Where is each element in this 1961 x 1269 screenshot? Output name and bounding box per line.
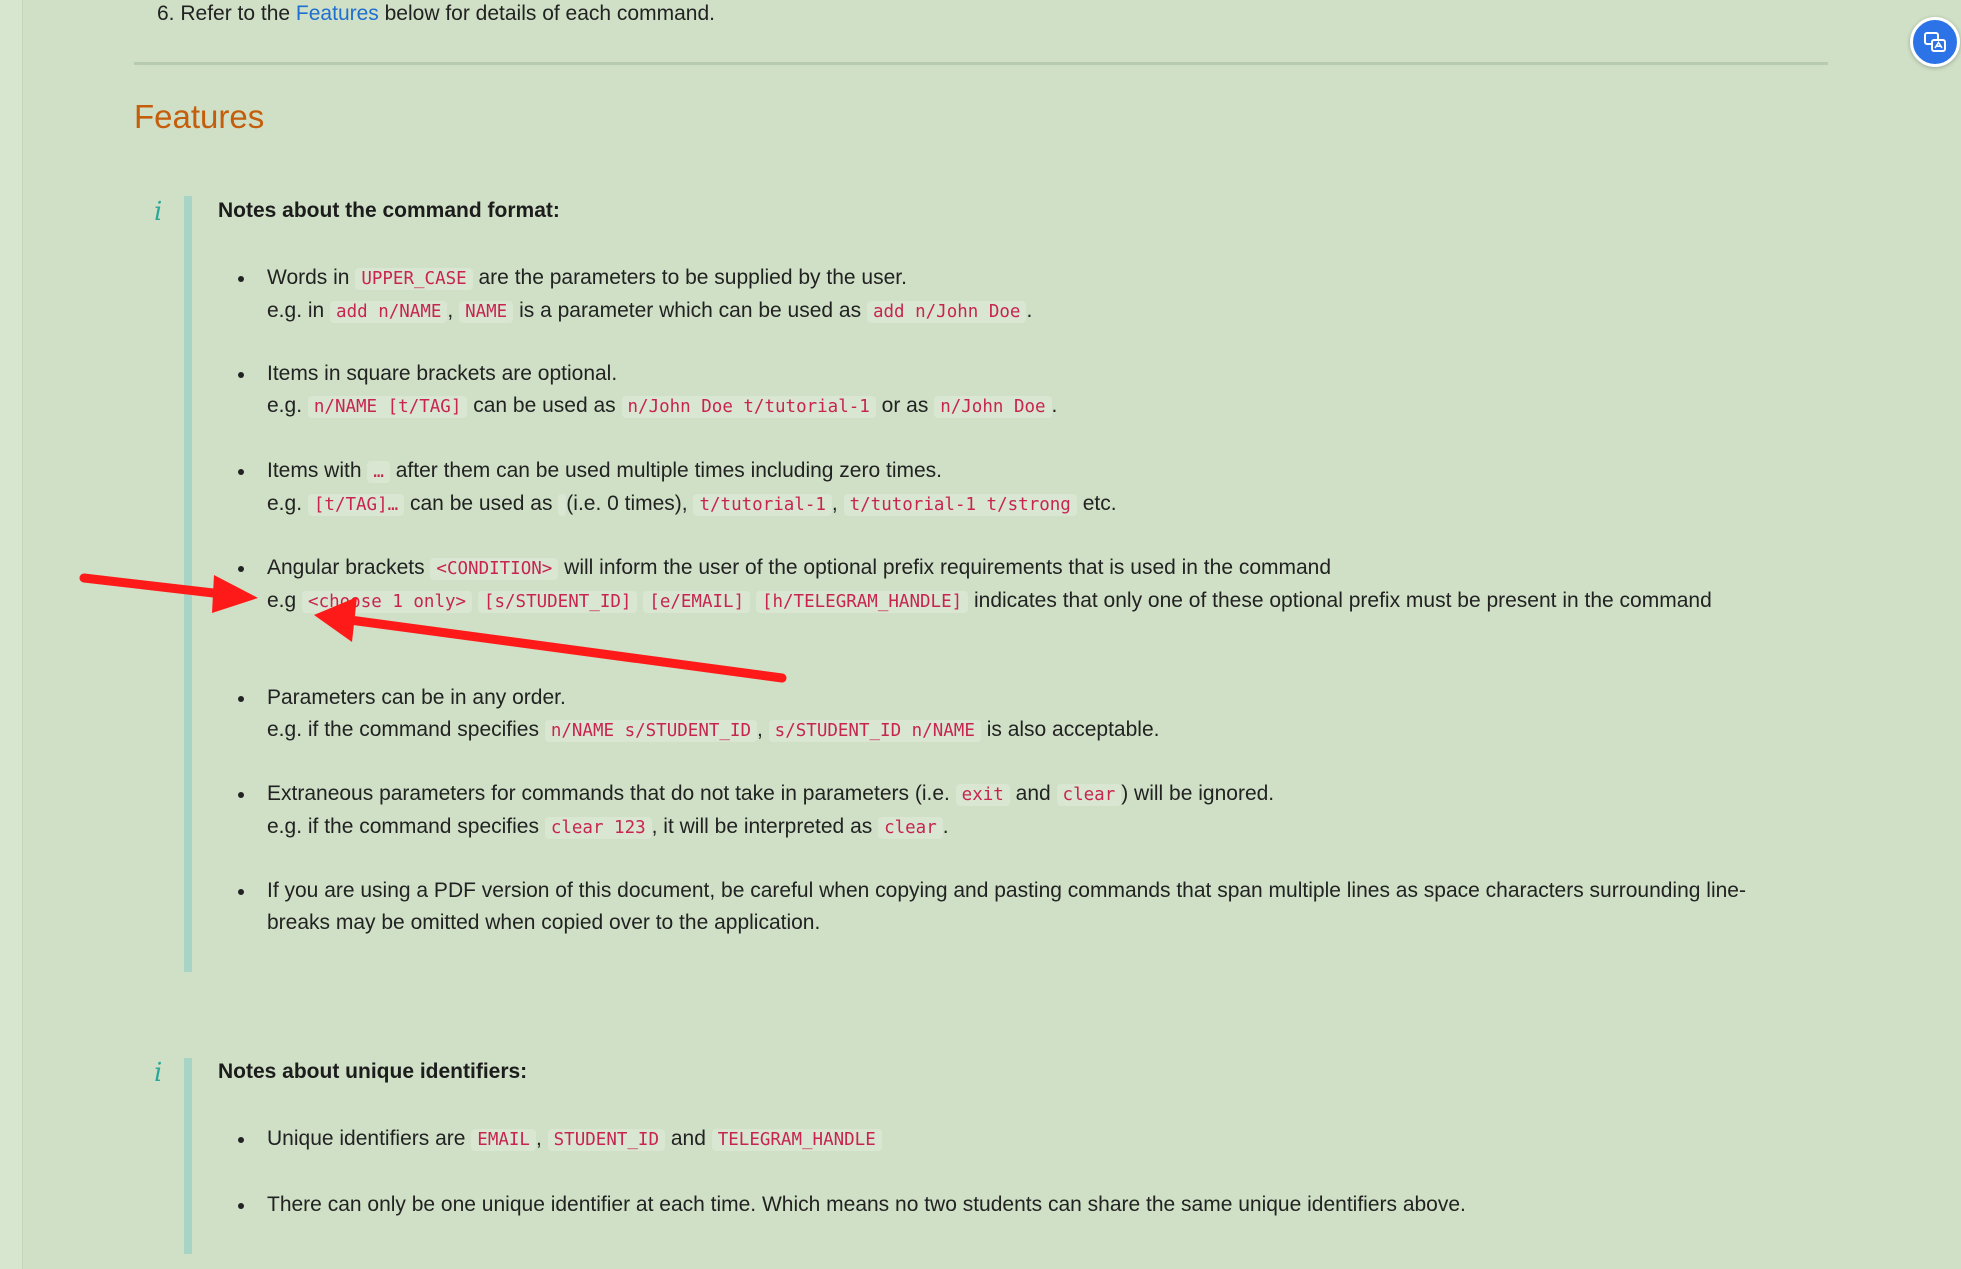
- callout-title: Notes about the command format:: [218, 199, 560, 222]
- callout-bar: [184, 196, 192, 972]
- list-item-text: Words in UPPER_CASE are the parameters t…: [267, 266, 1033, 323]
- translate-icon: [1924, 32, 1946, 52]
- callout-bar: [184, 1058, 192, 1254]
- inline-code: …: [367, 461, 390, 483]
- step-6-suffix: below for details of each command.: [378, 2, 715, 25]
- list-item-text: Items in square brackets are optional. e…: [267, 362, 1058, 418]
- list-item-text: If you are using a PDF version of this d…: [267, 879, 1746, 934]
- section-divider: [134, 62, 1828, 65]
- list-item: Angular brackets <CONDITION> will inform…: [238, 552, 1760, 618]
- list-item-text: Angular brackets <CONDITION> will inform…: [267, 556, 1712, 613]
- inline-code: EMAIL: [471, 1129, 536, 1151]
- list-item: Parameters can be in any order. e.g. if …: [238, 682, 1760, 747]
- inline-code: UPPER_CASE: [355, 268, 473, 290]
- inline-code: TELEGRAM_HANDLE: [711, 1129, 882, 1151]
- list-item: If you are using a PDF version of this d…: [238, 875, 1760, 939]
- inline-code: [h/TELEGRAM_HANDLE]: [755, 591, 969, 613]
- info-icon: i: [154, 197, 163, 227]
- inline-code: add n/NAME: [330, 301, 448, 323]
- inline-code: t/tutorial-1 t/strong: [843, 494, 1077, 516]
- inline-code: clear 123: [544, 817, 652, 839]
- inline-code: n/John Doe: [934, 396, 1052, 418]
- list-item: Extraneous parameters for commands that …: [238, 778, 1760, 844]
- inline-code: [t/TAG]…: [307, 494, 405, 516]
- annotation-arrow-right: [79, 573, 258, 613]
- inline-code: t/tutorial-1: [693, 494, 832, 516]
- translate-button[interactable]: [1910, 17, 1960, 67]
- list-item: Items in square brackets are optional. e…: [238, 358, 1760, 423]
- list-item-text: Parameters can be in any order. e.g. if …: [267, 686, 1160, 742]
- features-heading: Features: [134, 98, 265, 135]
- inline-code: <CONDITION>: [430, 558, 559, 580]
- inline-code: n/NAME [t/TAG]: [307, 396, 468, 418]
- list-item: Items with … after them can be used mult…: [238, 455, 1760, 521]
- inline-code: s/STUDENT_ID n/NAME: [768, 720, 981, 742]
- list-item: Words in UPPER_CASE are the parameters t…: [238, 262, 1760, 328]
- list-item-text: Items with … after them can be used mult…: [267, 459, 1117, 516]
- inline-code: STUDENT_ID: [547, 1129, 665, 1151]
- list-item-text: Unique identifiers are EMAIL, STUDENT_ID…: [267, 1123, 1760, 1156]
- features-link[interactable]: Features: [296, 2, 379, 25]
- callout-title: Notes about unique identifiers:: [218, 1060, 528, 1083]
- list-item: Unique identifiers are EMAIL, STUDENT_ID…: [238, 1123, 1760, 1156]
- inline-code: clear: [1056, 784, 1122, 806]
- step-6-prefix: 6. Refer to the: [157, 2, 296, 25]
- inline-code: <choose 1 only>: [302, 591, 473, 613]
- inline-code: n/NAME s/STUDENT_ID: [544, 720, 757, 742]
- list-item-text: Extraneous parameters for commands that …: [267, 782, 1275, 839]
- inline-code: n/John Doe t/tutorial-1: [621, 396, 876, 418]
- inline-code: add n/John Doe: [866, 301, 1027, 323]
- inline-code: exit: [955, 784, 1010, 806]
- list-item: There can only be one unique identifier …: [238, 1189, 1760, 1221]
- inline-code: [s/STUDENT_ID]: [477, 591, 638, 613]
- inline-code: NAME: [459, 301, 514, 323]
- step-6-text: 6. Refer to the Features below for detai…: [157, 2, 715, 26]
- inline-code: [e/EMAIL]: [643, 591, 751, 613]
- inline-code: clear: [878, 817, 943, 839]
- list-item-text: There can only be one unique identifier …: [267, 1193, 1466, 1216]
- left-gutter: [0, 0, 23, 1269]
- info-icon: i: [154, 1058, 163, 1088]
